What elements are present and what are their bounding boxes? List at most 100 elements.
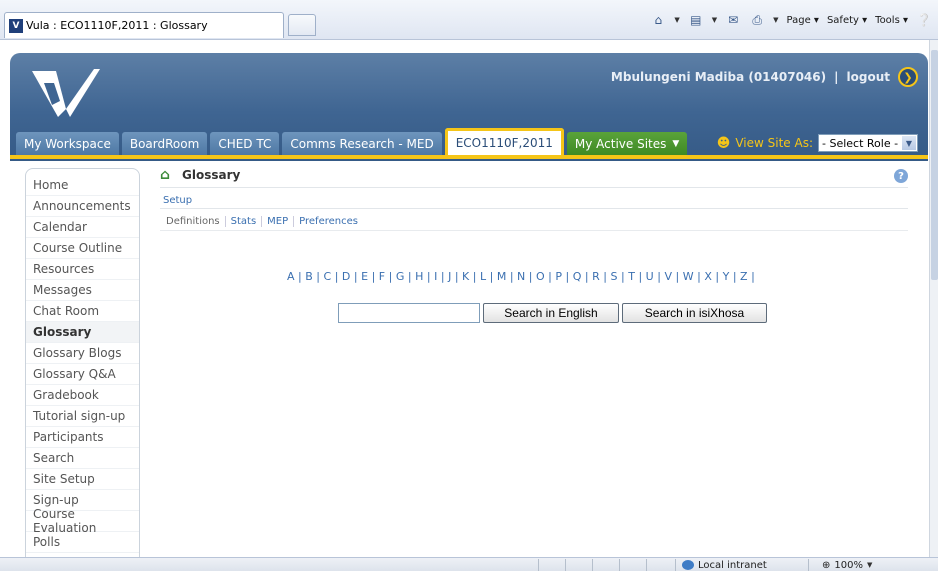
home-icon[interactable]: ⌂ (650, 13, 666, 27)
tools-menu-label: Tools (875, 14, 900, 26)
alphabet-letter-n[interactable]: N (514, 270, 529, 283)
page-scrollbar[interactable] (929, 40, 938, 557)
nav-item-resources[interactable]: Resources (26, 259, 139, 280)
nav-item-gradebook[interactable]: Gradebook (26, 385, 139, 406)
site-tabs: My Workspace BoardRoom CHED TC Comms Res… (16, 128, 688, 155)
home-dropdown-caret[interactable]: ▼ (674, 16, 679, 24)
zoom-dropdown-caret[interactable]: ▼ (867, 561, 872, 569)
zoom-icon: ⊕ (822, 559, 831, 571)
site-tab-my-workspace[interactable]: My Workspace (16, 132, 119, 155)
chevron-down-icon[interactable]: ▼ (902, 136, 916, 150)
feeds-icon[interactable]: ▤ (688, 13, 704, 27)
nav-item-home[interactable]: Home (26, 175, 139, 196)
alphabet-letter-x[interactable]: X (701, 270, 715, 283)
glossary-subnav: Definitions Stats MEP Preferences (166, 216, 363, 227)
site-tab-comms-research[interactable]: Comms Research - MED (282, 132, 442, 155)
nav-item-glossary[interactable]: Glossary (26, 322, 139, 343)
alphabet-letter-h[interactable]: H (412, 270, 427, 283)
site-tab-boardroom[interactable]: BoardRoom (121, 132, 208, 155)
nav-item-tutorial-signup[interactable]: Tutorial sign-up (26, 406, 139, 427)
search-xhosa-button[interactable]: Search in isiXhosa (622, 303, 767, 323)
subnav-stats[interactable]: Stats (224, 216, 262, 227)
print-icon[interactable]: ⎙ (749, 13, 765, 27)
tab-underline (10, 155, 928, 159)
alphabet-letter-i[interactable]: I (431, 270, 441, 283)
alphabet-letter-p[interactable]: P (552, 270, 565, 283)
alphabet-letter-o[interactable]: O (533, 270, 548, 283)
feeds-dropdown-caret[interactable]: ▼ (712, 16, 717, 24)
print-dropdown-caret[interactable]: ▼ (773, 16, 778, 24)
browser-status-bar: Local intranet ⊕ 100% ▼ (0, 557, 938, 571)
divider (160, 187, 908, 188)
search-input[interactable] (338, 303, 480, 323)
nav-item-course-evaluation[interactable]: Course Evaluation (26, 507, 139, 535)
divider (160, 208, 908, 209)
alphabet-letter-u[interactable]: U (643, 270, 658, 283)
browser-toolbar: V Vula : ECO1110F,2011 : Glossary ⌂ ▼ ▤ … (0, 0, 938, 40)
tool-content: ⌂ Glossary ? Setup Definitions Stats MEP… (160, 167, 908, 558)
alphabet-letter-b[interactable]: B (302, 270, 316, 283)
my-active-sites-label: My Active Sites (574, 136, 667, 151)
alphabet-index: A | B | C | D | E | F | G | H | I | J | K | L | M | N | O | P | Q | R | S | T |… (284, 270, 755, 283)
alphabet-letter-t[interactable]: T (625, 270, 638, 283)
user-name: Mbulungeni Madiba (01407046) (610, 70, 827, 84)
site-tab-current[interactable]: ECO1110F,2011 (444, 128, 564, 155)
safety-menu[interactable]: Safety ▾ (827, 15, 867, 26)
scroll-thumb[interactable] (931, 50, 938, 280)
alphabet-letter-s[interactable]: S (608, 270, 621, 283)
alphabet-letter-f[interactable]: F (376, 270, 389, 283)
logout-arrow-icon[interactable]: ❯ (898, 67, 918, 87)
nav-item-site-setup[interactable]: Site Setup (26, 469, 139, 490)
setup-link[interactable]: Setup (163, 195, 192, 206)
divider (160, 230, 908, 231)
house-icon[interactable]: ⌂ (160, 167, 176, 183)
logout-link[interactable]: logout (847, 70, 890, 84)
subnav-definitions[interactable]: Definitions (166, 216, 225, 227)
tools-menu[interactable]: Tools ▾ (875, 15, 908, 26)
nav-item-announcements[interactable]: Announcements (26, 196, 139, 217)
alphabet-letter-z[interactable]: Z (737, 270, 751, 283)
alphabet-letter-q[interactable]: Q (570, 270, 585, 283)
alphabet-letter-c[interactable]: C (321, 270, 335, 283)
nav-item-calendar[interactable]: Calendar (26, 217, 139, 238)
browser-tab-title: Vula : ECO1110F,2011 : Glossary (26, 19, 208, 32)
alphabet-letter-l[interactable]: L (477, 270, 490, 283)
nav-item-polls[interactable]: Polls (26, 532, 139, 553)
alphabet-letter-r[interactable]: R (589, 270, 603, 283)
alphabet-letter-y[interactable]: Y (720, 270, 733, 283)
search-english-button[interactable]: Search in English (483, 303, 619, 323)
alphabet-letter-m[interactable]: M (494, 270, 510, 283)
page-menu[interactable]: Page ▾ (787, 15, 819, 26)
browser-new-tab[interactable] (288, 14, 316, 36)
page-menu-label: Page (786, 14, 811, 26)
subnav-preferences[interactable]: Preferences (293, 216, 363, 227)
alphabet-letter-e[interactable]: E (358, 270, 371, 283)
alphabet-letter-a[interactable]: A (284, 270, 298, 283)
browser-command-bar: ⌂ ▼ ▤ ▼ ✉ ⎙ ▼ Page ▾ Safety ▾ Tools ▾ ❔ (650, 13, 932, 28)
site-tab-ched-tc[interactable]: CHED TC (210, 132, 280, 155)
search-row: Search in English Search in isiXhosa (338, 303, 767, 323)
zoom-control[interactable]: ⊕ 100% ▼ (822, 558, 872, 571)
nav-item-course-outline[interactable]: Course Outline (26, 238, 139, 259)
alphabet-letter-g[interactable]: G (393, 270, 408, 283)
browser-tab-active[interactable]: V Vula : ECO1110F,2011 : Glossary (4, 12, 284, 38)
alphabet-letter-k[interactable]: K (459, 270, 473, 283)
help-icon[interactable]: ? (894, 169, 908, 183)
alphabet-letter-d[interactable]: D (339, 270, 354, 283)
mail-icon[interactable]: ✉ (725, 13, 741, 27)
alphabet-letter-w[interactable]: W (680, 270, 697, 283)
nav-item-search[interactable]: Search (26, 448, 139, 469)
site-tab-my-active-sites[interactable]: My Active Sites ▼ (566, 132, 688, 155)
nav-item-chat-room[interactable]: Chat Room (26, 301, 139, 322)
view-site-as: ☻ View Site As: - Select Role - ▼ (717, 134, 918, 152)
nav-item-glossary-blogs[interactable]: Glossary Blogs (26, 343, 139, 364)
alphabet-letter-v[interactable]: V (661, 270, 675, 283)
nav-item-messages[interactable]: Messages (26, 280, 139, 301)
help-menu-icon[interactable]: ❔ (916, 13, 932, 27)
role-select[interactable]: - Select Role - ▼ (818, 134, 918, 152)
alphabet-letter-j[interactable]: J (445, 270, 455, 283)
subnav-mep[interactable]: MEP (261, 216, 293, 227)
status-divider (808, 559, 809, 571)
nav-item-glossary-qa[interactable]: Glossary Q&A (26, 364, 139, 385)
nav-item-participants[interactable]: Participants (26, 427, 139, 448)
